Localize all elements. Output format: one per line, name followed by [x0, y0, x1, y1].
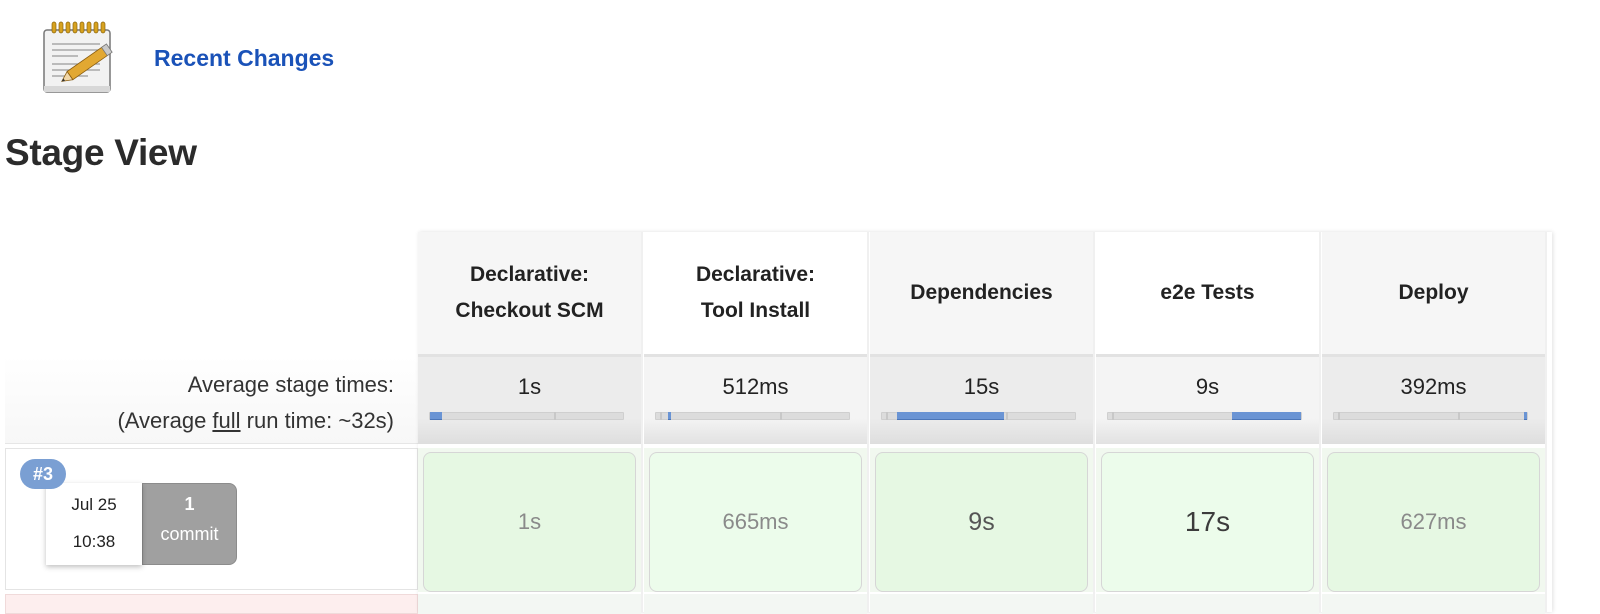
- timeline-tick: [1005, 412, 1008, 420]
- next-build-stage-cell: [1096, 594, 1319, 614]
- stage-name-line1: Deploy: [1398, 281, 1469, 304]
- stages-grid: Declarative: Checkout SCM 1s 1s Declarative:…: [418, 232, 1552, 614]
- stage-run-duration: 627ms: [1400, 509, 1467, 534]
- stage-average-time: 512ms: [722, 374, 789, 399]
- stage-column: Declarative: Checkout SCM 1s 1s: [418, 232, 643, 614]
- next-build-stage-cell: [418, 594, 641, 614]
- stage-name: Declarative: Tool Install: [696, 257, 815, 329]
- average-times-label: Average stage times: (Average full run t…: [5, 356, 418, 444]
- build-run-cell: #3 Jul 25 10:38 1 commit: [5, 448, 418, 590]
- stage-average-time: 392ms: [1400, 374, 1467, 399]
- recent-changes: Recent Changes: [38, 18, 334, 98]
- timeline-tick: [1457, 412, 1460, 420]
- stage-average-cell: 1s: [418, 354, 641, 444]
- stage-name-line2: Checkout SCM: [455, 299, 604, 322]
- timeline-tick: [779, 412, 782, 420]
- stage-average-cell: 392ms: [1322, 354, 1545, 444]
- build-date-time: 10:38: [72, 532, 116, 551]
- stage-header: Declarative: Tool Install: [644, 232, 867, 354]
- stage-timeline-bar: [1333, 412, 1528, 420]
- stage-result-success[interactable]: 1s: [423, 452, 636, 592]
- timeline-tick: [553, 412, 556, 420]
- stage-name: Declarative: Checkout SCM: [455, 257, 603, 329]
- stage-run-duration: 665ms: [722, 509, 789, 534]
- stage-average-time: 1s: [517, 374, 542, 399]
- stage-result-success[interactable]: 17s: [1101, 452, 1314, 592]
- stage-average-time: 9s: [1195, 374, 1220, 399]
- stage-name: Dependencies: [910, 275, 1052, 311]
- stage-column: Declarative: Tool Install 512ms 665ms: [644, 232, 869, 614]
- stage-header: Deploy: [1322, 232, 1545, 354]
- stage-name: Deploy: [1398, 275, 1468, 311]
- stage-run-cell: 627ms: [1322, 448, 1545, 592]
- stage-name-line1: e2e Tests: [1160, 281, 1255, 304]
- stage-timeline-segment: [667, 412, 672, 420]
- stage-header: Declarative: Checkout SCM: [418, 232, 641, 354]
- stage-name-line1: Declarative:: [469, 263, 590, 286]
- avg-full-run-time: (Average full run time: ~32s): [117, 408, 394, 434]
- stage-timeline-segment: [1524, 412, 1527, 420]
- stage-column: Dependencies 15s 9s: [870, 232, 1095, 614]
- stage-result-success[interactable]: 665ms: [649, 452, 862, 592]
- stage-name-line1: Declarative:: [695, 263, 816, 286]
- stage-run-duration: 1s: [517, 509, 542, 534]
- stage-run-duration: 17s: [1184, 506, 1231, 537]
- stage-timeline-segment: [897, 412, 1004, 420]
- stage-average-cell: 9s: [1096, 354, 1319, 444]
- stage-timeline-bar: [655, 412, 850, 420]
- build-number-badge[interactable]: #3: [20, 459, 66, 489]
- stage-run-cell: 1s: [418, 448, 641, 592]
- avg-stage-times-label: Average stage times:: [187, 372, 394, 397]
- stage-result-success[interactable]: 9s: [875, 452, 1088, 592]
- stage-timeline-bar: [1107, 412, 1302, 420]
- stage-column: e2e Tests 9s 17s: [1096, 232, 1321, 614]
- stage-run-duration: 9s: [968, 507, 995, 536]
- stage-average-cell: 15s: [870, 354, 1093, 444]
- stage-column: Deploy 392ms 627ms: [1322, 232, 1547, 614]
- timeline-tick: [885, 412, 888, 420]
- stage-name-line1: Dependencies: [910, 281, 1053, 304]
- next-build-stage-cell: [1322, 594, 1545, 614]
- stage-run-cell: 17s: [1096, 448, 1319, 592]
- next-build-row: [5, 594, 418, 614]
- stage-timeline-bar: [429, 412, 624, 420]
- build-date-day: Jul 25: [71, 495, 117, 514]
- notepad-icon[interactable]: [38, 18, 118, 98]
- stage-timeline-segment: [430, 412, 442, 420]
- timeline-tick: [1337, 412, 1340, 420]
- build-date: Jul 25 10:38: [46, 483, 142, 565]
- stage-timeline-bar: [881, 412, 1076, 420]
- page-title: Stage View: [5, 132, 197, 173]
- commits-button[interactable]: 1 commit: [142, 483, 237, 565]
- timeline-tick: [659, 412, 662, 420]
- stage-run-cell: 9s: [870, 448, 1093, 592]
- timeline-tick: [1111, 412, 1114, 420]
- stage-average-cell: 512ms: [644, 354, 867, 444]
- next-build-stage-cell: [644, 594, 867, 614]
- stage-name-line2: Tool Install: [700, 299, 811, 322]
- stage-name: e2e Tests: [1160, 275, 1254, 311]
- avg-full-suffix: run time: ~32s): [240, 408, 394, 433]
- avg-full-prefix: (Average: [117, 408, 213, 433]
- recent-changes-link[interactable]: Recent Changes: [154, 45, 334, 72]
- next-build-stage-cell: [870, 594, 1093, 614]
- stage-run-cell: 665ms: [644, 448, 867, 592]
- stage-header: e2e Tests: [1096, 232, 1319, 354]
- stage-header: Dependencies: [870, 232, 1093, 354]
- stage-timeline-segment: [1231, 412, 1301, 420]
- avg-full-word: full: [212, 408, 241, 433]
- stage-average-time: 15s: [963, 374, 1000, 399]
- commit-label: commit: [160, 524, 219, 544]
- commit-count: 1: [184, 494, 195, 514]
- stage-result-success[interactable]: 627ms: [1327, 452, 1540, 592]
